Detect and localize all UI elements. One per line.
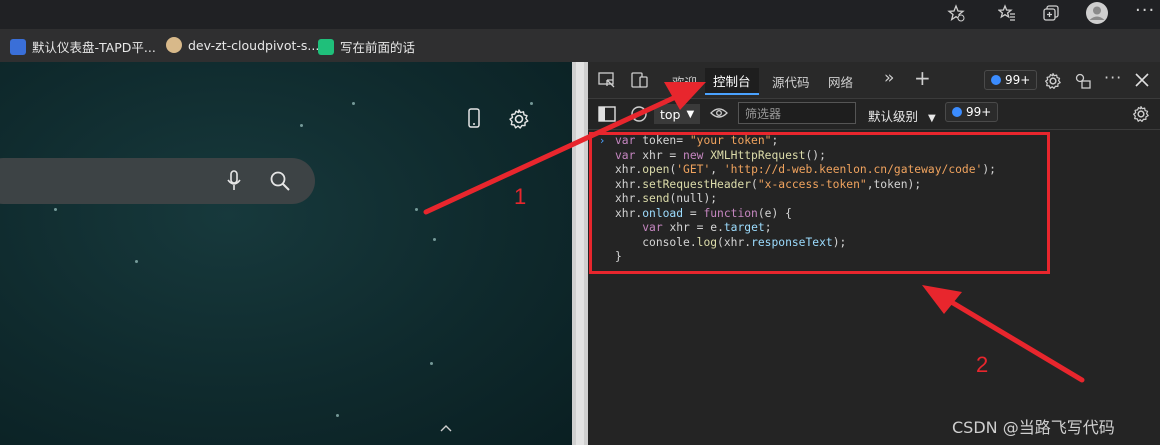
annotation-arrows [423, 82, 1085, 383]
annotation-arrow-2-head [922, 285, 962, 314]
csdn-watermark: CSDN @当路飞写代码 [952, 418, 1115, 437]
annotation-arrow-2-shaft [945, 297, 1085, 383]
annotation-label-1: 1 [514, 184, 527, 209]
annotation-label-2: 2 [976, 352, 989, 377]
annotation-arrow-1-head [664, 82, 706, 110]
annotation-arrow-1-shaft [423, 92, 683, 215]
